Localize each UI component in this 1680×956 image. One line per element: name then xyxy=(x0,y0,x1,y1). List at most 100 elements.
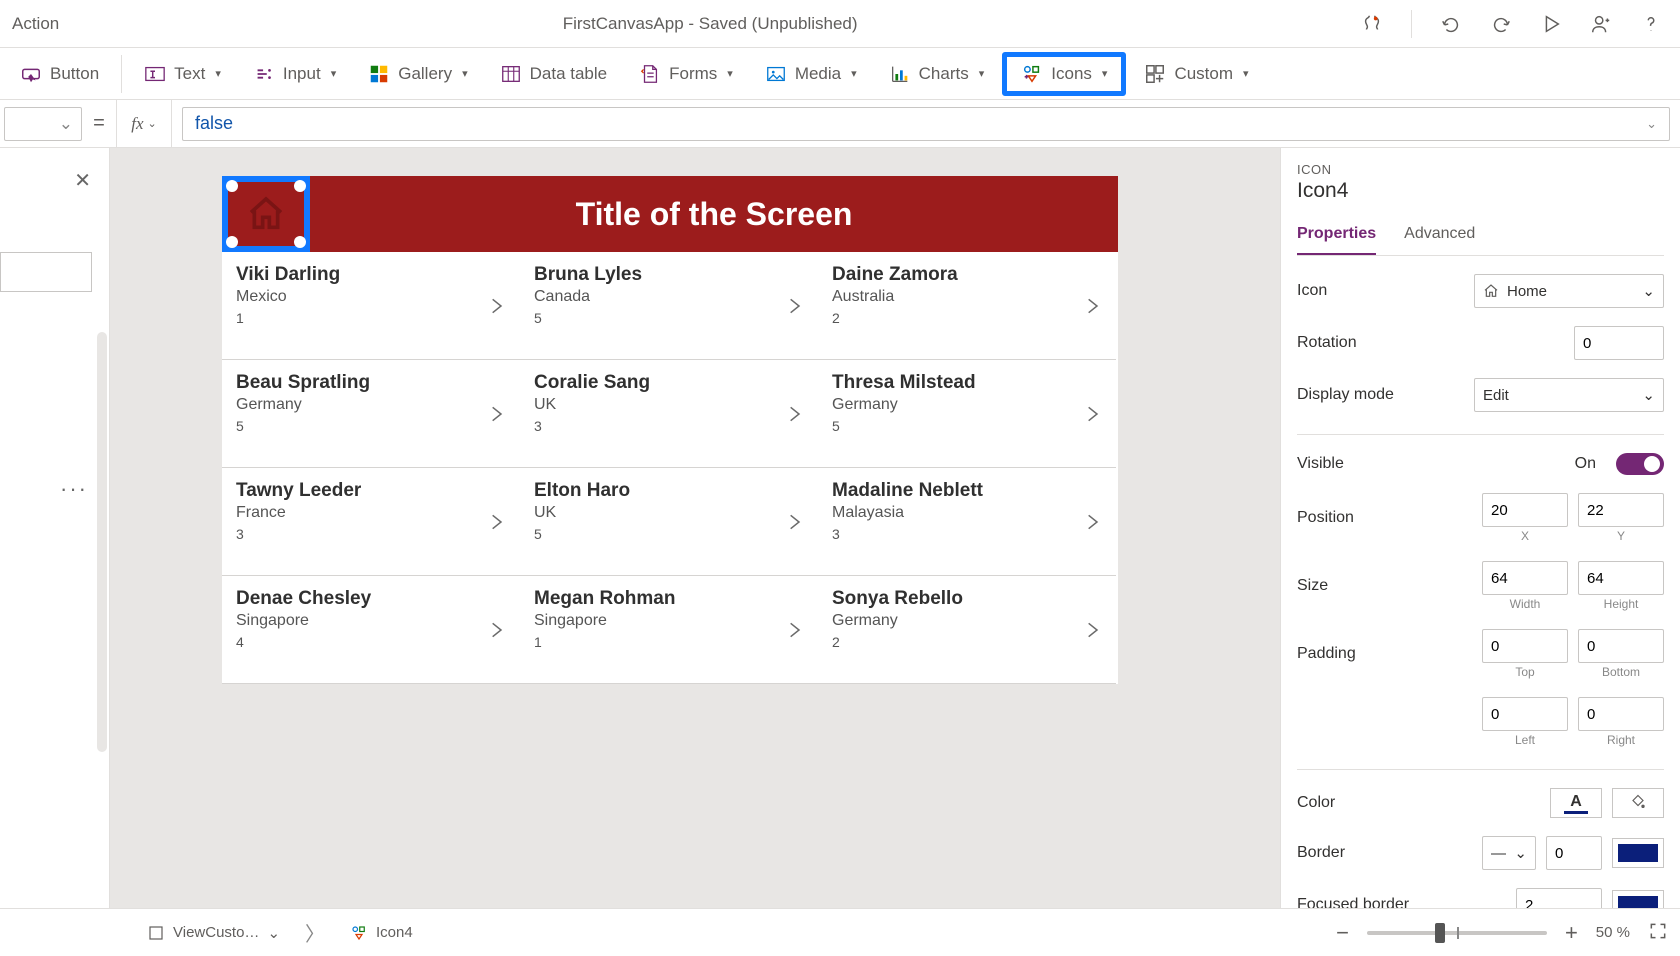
fit-to-screen-icon[interactable] xyxy=(1648,921,1668,945)
insert-forms[interactable]: Forms ▾ xyxy=(625,55,747,93)
property-selector[interactable]: ⌄ xyxy=(4,107,82,141)
prop-focusedborder-input[interactable] xyxy=(1516,888,1602,908)
prop-x-input[interactable] xyxy=(1482,493,1568,527)
app-checker-icon[interactable] xyxy=(1361,13,1383,35)
item-name: Elton Haro xyxy=(534,480,804,502)
resize-handle[interactable] xyxy=(294,236,306,248)
tab-properties[interactable]: Properties xyxy=(1297,225,1376,255)
play-icon[interactable] xyxy=(1540,13,1562,35)
prop-rotation-input[interactable] xyxy=(1574,326,1664,360)
insert-text[interactable]: Text▾ xyxy=(130,55,235,93)
chevron-right-icon[interactable] xyxy=(1082,398,1102,435)
charts-icon xyxy=(889,63,911,85)
prop-fillcolor-button[interactable] xyxy=(1612,788,1664,818)
insert-charts[interactable]: Charts▾ xyxy=(875,55,999,93)
insert-media[interactable]: Media▾ xyxy=(751,55,871,93)
resize-handle[interactable] xyxy=(226,236,238,248)
tree-scrollbar[interactable] xyxy=(97,332,107,752)
ribbon-tab-action[interactable]: Action xyxy=(12,14,59,34)
gallery-item[interactable]: Tawny Leeder France 3 xyxy=(222,468,520,576)
chevron-right-icon[interactable] xyxy=(784,398,804,435)
prop-borderstyle-select[interactable]: —⌄ xyxy=(1482,836,1536,870)
gallery-item[interactable]: Megan Rohman Singapore 1 xyxy=(520,576,818,684)
title-bar: Action FirstCanvasApp - Saved (Unpublish… xyxy=(0,0,1680,48)
gallery-item[interactable]: Denae Chesley Singapore 4 xyxy=(222,576,520,684)
insert-custom[interactable]: Custom▾ xyxy=(1130,55,1262,93)
fx-button[interactable]: fx⌄ xyxy=(116,100,172,148)
prop-y-input[interactable] xyxy=(1578,493,1664,527)
insert-gallery[interactable]: Gallery▾ xyxy=(354,55,481,93)
prop-bordercolor-button[interactable] xyxy=(1612,838,1664,868)
gallery-item[interactable]: Bruna Lyles Canada 5 xyxy=(520,252,818,360)
prop-icon-select[interactable]: Home ⌄ xyxy=(1474,274,1664,308)
prop-padright-input[interactable] xyxy=(1578,697,1664,731)
item-country: Mexico xyxy=(236,288,506,306)
zoom-slider[interactable] xyxy=(1367,931,1547,935)
prop-borderwidth-input[interactable] xyxy=(1546,836,1602,870)
chevron-right-icon[interactable] xyxy=(486,614,506,651)
item-name: Thresa Milstead xyxy=(832,372,1102,394)
help-icon[interactable] xyxy=(1640,13,1662,35)
chevron-right-icon[interactable] xyxy=(784,506,804,543)
share-icon[interactable] xyxy=(1590,13,1612,35)
resize-handle[interactable] xyxy=(226,180,238,192)
undo-icon[interactable] xyxy=(1440,13,1462,35)
prop-visible-toggle[interactable] xyxy=(1616,453,1664,475)
chevron-right-icon[interactable] xyxy=(784,614,804,651)
chevron-right-icon[interactable] xyxy=(486,290,506,327)
redo-icon[interactable] xyxy=(1490,13,1512,35)
chevron-right-icon[interactable] xyxy=(1082,506,1102,543)
prop-padleft-input[interactable] xyxy=(1482,697,1568,731)
more-icon[interactable]: ··· xyxy=(60,476,88,502)
insert-datatable[interactable]: Data table xyxy=(486,55,622,93)
prop-padbottom-input[interactable] xyxy=(1578,629,1664,663)
gallery-item[interactable]: Thresa Milstead Germany 5 xyxy=(818,360,1116,468)
gallery-item[interactable]: Viki Darling Mexico 1 xyxy=(222,252,520,360)
gallery-item[interactable]: Coralie Sang UK 3 xyxy=(520,360,818,468)
chevron-down-icon[interactable]: ⌄ xyxy=(1646,116,1657,132)
gallery-item[interactable]: Beau Spratling Germany 5 xyxy=(222,360,520,468)
gallery-item[interactable]: Daine Zamora Australia 2 xyxy=(818,252,1116,360)
canvas-pane: Title of the Screen Viki Darling Mexico … xyxy=(110,148,1280,908)
prop-width-input[interactable] xyxy=(1482,561,1568,595)
item-name: Viki Darling xyxy=(236,264,506,286)
item-country: France xyxy=(236,504,506,522)
zoom-in-button[interactable]: + xyxy=(1565,920,1578,946)
insert-input[interactable]: Input▾ xyxy=(239,55,350,93)
item-number: 5 xyxy=(534,526,804,542)
gallery-control[interactable]: Viki Darling Mexico 1 Bruna Lyles Canada… xyxy=(222,252,1118,684)
resize-handle[interactable] xyxy=(294,180,306,192)
chevron-right-icon[interactable] xyxy=(784,290,804,327)
gallery-item[interactable]: Elton Haro UK 5 xyxy=(520,468,818,576)
item-name: Sonya Rebello xyxy=(832,588,1102,610)
breadcrumb-screen[interactable]: ViewCusto… ⌄ xyxy=(136,919,291,947)
insert-button[interactable]: Button xyxy=(6,55,113,93)
prop-position-label: Position xyxy=(1297,509,1472,527)
tree-search-input[interactable] xyxy=(0,252,92,292)
gallery-item[interactable]: Madaline Neblett Malayasia 3 xyxy=(818,468,1116,576)
chevron-right-icon[interactable] xyxy=(486,398,506,435)
item-number: 3 xyxy=(832,526,1102,542)
prop-size-label: Size xyxy=(1297,577,1472,595)
prop-height-input[interactable] xyxy=(1578,561,1664,595)
close-icon[interactable]: ✕ xyxy=(74,168,91,193)
datatable-icon xyxy=(500,63,522,85)
prop-padtop-input[interactable] xyxy=(1482,629,1568,663)
zoom-out-button[interactable]: − xyxy=(1336,920,1349,946)
tab-advanced[interactable]: Advanced xyxy=(1404,225,1475,255)
gallery-item[interactable]: Sonya Rebello Germany 2 xyxy=(818,576,1116,684)
insert-icons[interactable]: Icons▾ xyxy=(1002,52,1126,96)
breadcrumb-control[interactable]: Icon4 xyxy=(339,919,424,947)
chevron-right-icon[interactable] xyxy=(1082,290,1102,327)
chevron-down-icon: ▾ xyxy=(727,67,733,80)
selected-home-icon[interactable] xyxy=(222,176,310,252)
control-name[interactable]: Icon4 xyxy=(1297,179,1664,203)
prop-focusedbordercolor-button[interactable] xyxy=(1612,890,1664,908)
chevron-right-icon[interactable] xyxy=(1082,614,1102,651)
insert-forms-label: Forms xyxy=(669,64,717,84)
app-canvas[interactable]: Title of the Screen Viki Darling Mexico … xyxy=(222,176,1118,684)
chevron-right-icon[interactable] xyxy=(486,506,506,543)
formula-input[interactable]: false ⌄ xyxy=(182,107,1670,141)
prop-fontcolor-button[interactable]: A xyxy=(1550,788,1602,818)
prop-displaymode-select[interactable]: Edit⌄ xyxy=(1474,378,1664,412)
